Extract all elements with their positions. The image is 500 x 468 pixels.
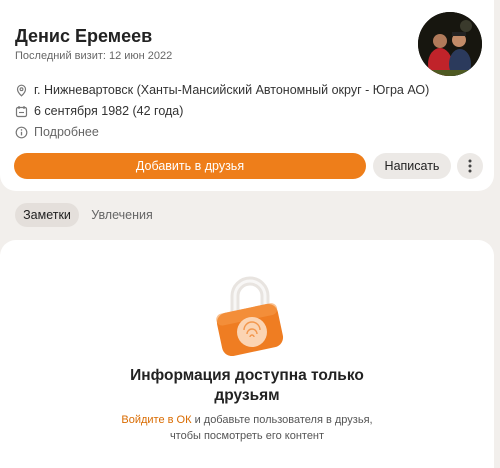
birthday-text: 6 сентября 1982 (42 года): [34, 104, 184, 118]
private-title: Информация доступна только друзьям: [0, 366, 494, 406]
calendar-icon: [15, 105, 28, 118]
private-subtitle-line1: Войдите в ОК и добавьте пользователя в д…: [0, 412, 494, 428]
more-dots-icon: [468, 159, 472, 173]
tab-hobbies[interactable]: Увлечения: [84, 203, 160, 227]
location-text: г. Нижневартовск (Ханты-Мансийский Автон…: [34, 83, 430, 97]
last-visit: Последний визит: 12 июн 2022: [15, 50, 173, 62]
private-content-panel: Информация доступна только друзьям Войди…: [0, 240, 494, 468]
location-pin-icon: [15, 84, 28, 97]
profile-name: Денис Еремеев: [15, 26, 153, 46]
write-message-button[interactable]: Написать: [373, 153, 451, 179]
profile-card: Денис Еремеев Последний визит: 12 июн 20…: [0, 0, 494, 191]
more-options-button[interactable]: [457, 153, 483, 179]
avatar[interactable]: [418, 12, 482, 76]
tab-notes[interactable]: Заметки: [15, 203, 79, 227]
private-subtitle-rest: и добавьте пользователя в друзья,: [191, 414, 373, 426]
padlock-icon: [216, 276, 284, 356]
add-friend-button[interactable]: Добавить в друзья: [14, 153, 366, 179]
more-info-label: Подробнее: [34, 125, 99, 139]
private-title-line1: Информация доступна только: [130, 367, 364, 384]
more-info-link[interactable]: Подробнее: [15, 125, 99, 139]
login-link[interactable]: Войдите в ОК: [121, 414, 191, 426]
avatar-photo: [418, 12, 482, 76]
private-title-line2: друзьям: [214, 387, 280, 404]
private-subtitle-line2: чтобы посмотреть его контент: [169, 430, 325, 442]
location-row: г. Нижневартовск (Ханты-Мансийский Автон…: [15, 83, 429, 97]
birthday-row: 6 сентября 1982 (42 года): [15, 104, 183, 118]
private-subtitle: Войдите в ОК и добавьте пользователя в д…: [0, 412, 494, 444]
info-icon: [15, 126, 28, 139]
